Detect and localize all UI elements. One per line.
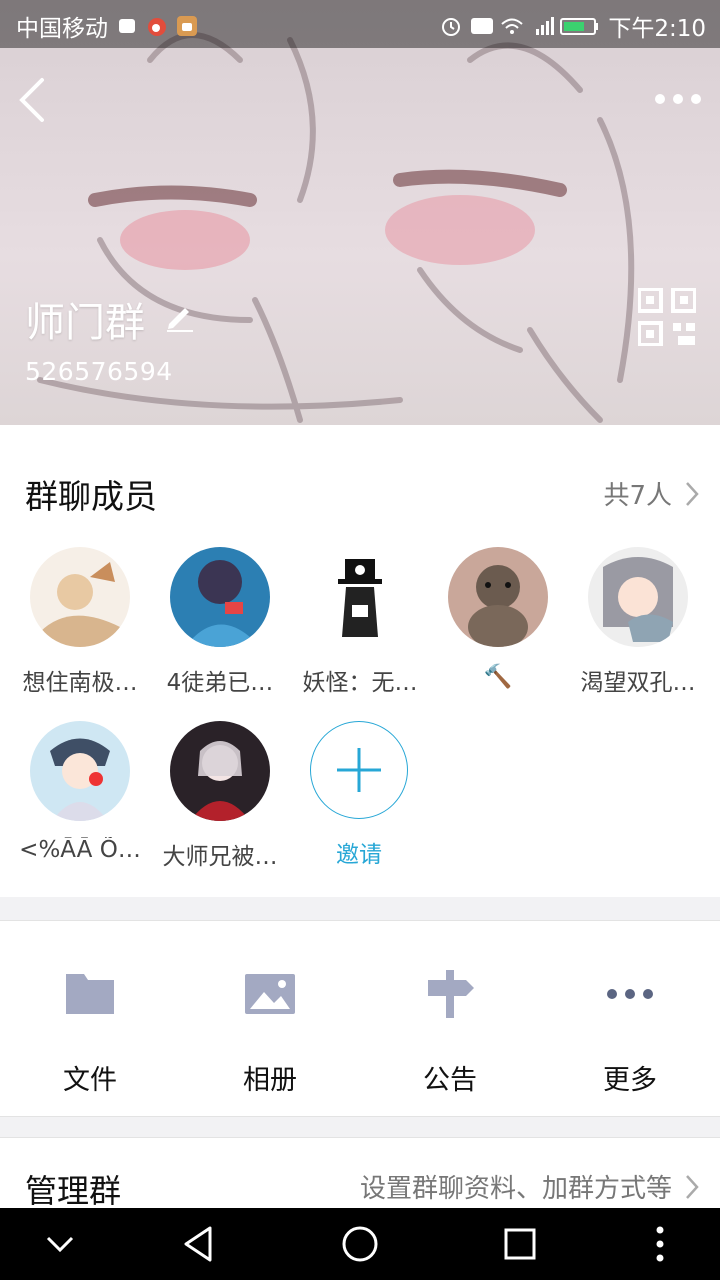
nav-back-icon[interactable]	[178, 1222, 222, 1266]
manage-desc: 设置群聊资料、加群方式等	[359, 1174, 672, 1204]
group-name-row: 师门群	[25, 290, 195, 348]
album-label: 相册	[243, 1065, 297, 1096]
member-item[interactable]: 大师兄被…	[150, 721, 290, 871]
member-name: <%ĀĀ Õ…	[19, 837, 141, 863]
member-avatar	[588, 547, 688, 647]
invite-circle	[310, 721, 408, 819]
nav-recents-icon[interactable]	[498, 1222, 542, 1266]
chevron-right-icon	[686, 481, 699, 506]
alarm-icon	[440, 15, 462, 37]
action-bar: 文件 相册 公告 更多	[0, 920, 720, 1117]
member-item[interactable]: 🔨	[428, 547, 568, 690]
members-title: 群聊成员	[25, 477, 157, 516]
plus-icon	[336, 747, 381, 792]
nav-menu-icon[interactable]	[638, 1222, 682, 1266]
4g-signal-icon	[530, 15, 555, 37]
more-label: 更多	[603, 1065, 657, 1096]
group-cover-image: 中国移动 下午2:10 师门群 526576594	[0, 0, 720, 425]
hd-icon	[470, 15, 494, 37]
member-name: 想住南极…	[22, 670, 138, 696]
more-button[interactable]: 更多	[540, 921, 720, 1116]
image-icon	[245, 974, 295, 1014]
coffee-app-icon	[176, 15, 198, 37]
invite-button[interactable]: 邀请	[289, 721, 429, 869]
more-dots-icon	[655, 94, 701, 104]
member-item[interactable]: <%ĀĀ Õ…	[10, 721, 150, 863]
qr-code-button[interactable]	[637, 287, 697, 347]
back-button[interactable]	[14, 72, 54, 128]
status-bar: 中国移动 下午2:10	[0, 0, 720, 48]
member-name: 妖怪：无…	[302, 670, 418, 696]
member-name: 渴望双孔…	[580, 670, 696, 696]
nav-home-icon[interactable]	[338, 1222, 382, 1266]
member-item[interactable]: 4徒弟已…	[150, 547, 290, 697]
wifi-icon	[500, 15, 524, 37]
member-name: 🔨	[483, 664, 513, 690]
qr-code-icon	[637, 287, 697, 347]
album-button[interactable]: 相册	[180, 921, 360, 1116]
member-avatar	[448, 547, 548, 647]
group-name: 师门群	[25, 300, 145, 346]
member-avatar	[170, 547, 270, 647]
signpost-icon	[428, 970, 474, 1018]
files-button[interactable]: 文件	[0, 921, 180, 1116]
back-arrow-icon	[19, 78, 44, 122]
chevron-right-icon	[686, 1174, 699, 1199]
manage-group-row[interactable]: 管理群 设置群聊资料、加群方式等	[0, 1137, 720, 1210]
system-nav-bar	[0, 1208, 720, 1280]
member-name: 4徒弟已…	[166, 670, 274, 696]
group-id: 526576594	[25, 357, 173, 386]
member-name: 大师兄被…	[162, 844, 278, 870]
more-options-button[interactable]	[654, 88, 702, 110]
carrier-label: 中国移动	[16, 16, 108, 42]
member-avatar	[170, 721, 270, 821]
member-avatar	[30, 721, 130, 821]
member-item[interactable]: 想住南极…	[10, 547, 150, 697]
invite-label: 邀请	[336, 842, 382, 868]
battery-icon	[560, 15, 600, 37]
member-avatar	[30, 547, 130, 647]
manage-desc-link: 设置群聊资料、加群方式等	[360, 1168, 700, 1205]
weibo-icon	[146, 15, 168, 37]
chevron-down-icon[interactable]	[38, 1222, 82, 1266]
pencil-icon	[167, 308, 193, 332]
member-item[interactable]: 妖怪：无…	[290, 547, 430, 697]
members-section: 群聊成员 共7人 想住南极… 4徒弟已… 妖怪：无… 🔨 渴望双孔… <%ĀĀ …	[0, 425, 720, 897]
member-item[interactable]: 渴望双孔…	[568, 547, 708, 697]
notification-icon	[116, 15, 138, 37]
manage-title: 管理群	[25, 1172, 122, 1210]
announcement-button[interactable]: 公告	[360, 921, 540, 1116]
folder-icon	[66, 974, 114, 1014]
members-count-link[interactable]: 共7人	[603, 475, 700, 512]
edit-name-button[interactable]	[163, 296, 195, 342]
more-icon	[607, 989, 653, 999]
announcement-label: 公告	[423, 1065, 477, 1096]
members-count: 共7人	[603, 481, 672, 511]
clock-time: 下午2:10	[608, 16, 706, 42]
files-label: 文件	[63, 1065, 117, 1096]
member-avatar	[310, 547, 410, 647]
